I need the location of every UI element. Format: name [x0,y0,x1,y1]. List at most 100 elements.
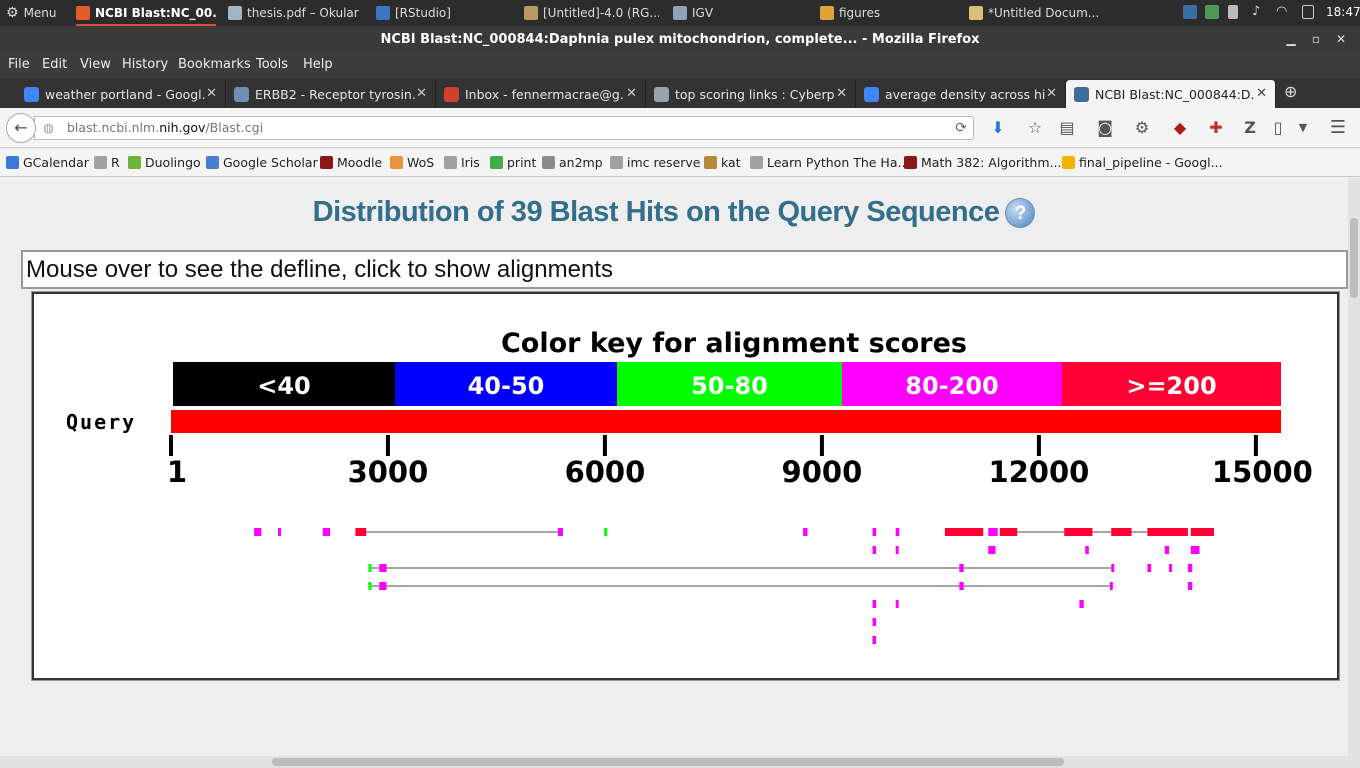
blast-hit[interactable] [557,528,563,536]
taskbar-item[interactable]: [RStudio] [376,0,496,26]
bookmark-item[interactable]: R [94,155,120,170]
browser-tab[interactable]: NCBI Blast:NC_000844:D... ✕ [1066,80,1276,108]
back-button[interactable]: ← [6,113,36,143]
browser-tab[interactable]: ERBB2 - Receptor tyrosin... ✕ [226,80,436,108]
blast-hit[interactable] [1190,546,1200,554]
bookmark-item[interactable]: Iris [444,155,480,170]
menu-tools[interactable]: Tools [256,57,288,72]
taskbar-item[interactable]: figures [820,0,940,26]
menu-bookmarks[interactable]: Bookmarks [178,57,251,72]
bookmark-item[interactable]: WoS [390,155,434,170]
zotero-icon[interactable]: Z [1240,118,1260,138]
settings-icon[interactable]: ⚙ [1132,118,1152,138]
blast-hit[interactable] [368,564,372,572]
blast-hit[interactable] [1164,546,1170,554]
bookmark-item[interactable]: print [490,155,536,170]
taskbar-item[interactable]: *Untitled Docum... [969,0,1119,26]
blast-hit[interactable] [959,582,964,590]
blast-hit[interactable] [1147,564,1152,572]
shield-icon[interactable] [1183,5,1197,19]
ublock-icon[interactable]: ◆ [1170,118,1190,138]
minimize-icon[interactable]: ▁ [1282,30,1300,48]
download-icon[interactable]: ⬇ [988,118,1008,138]
bookmark-item[interactable]: Google Scholar [206,155,318,170]
blast-hit[interactable] [1147,528,1188,536]
menu-view[interactable]: View [80,57,111,72]
menu-edit[interactable]: Edit [42,57,67,72]
taskbar-item[interactable]: NCBI Blast:NC_00... [76,0,216,26]
menu-history[interactable]: History [122,57,168,72]
blast-hit[interactable] [277,528,281,536]
bookmark-item[interactable]: Duolingo [128,155,201,170]
start-menu-button[interactable]: ⚙ Menu [6,0,66,26]
maximize-icon[interactable]: ▫ [1307,30,1325,48]
menu-help[interactable]: Help [303,57,333,72]
menu-file[interactable]: File [8,57,30,72]
horizontal-scrollbar[interactable] [0,756,1360,768]
bookmark-item[interactable]: final_pipeline - Googl... [1062,155,1223,170]
battery-icon[interactable] [1228,5,1238,19]
blast-hit[interactable] [1187,582,1193,590]
blast-hit[interactable] [872,528,877,536]
close-window-icon[interactable]: ✕ [1332,30,1350,48]
browser-tab[interactable]: average density across hi... ✕ [856,80,1066,108]
bookmark-item[interactable]: Moodle [320,155,382,170]
blast-hit[interactable] [322,528,331,536]
blast-hit[interactable] [1079,600,1084,608]
blast-hit[interactable] [895,546,899,554]
blast-hit[interactable] [368,582,372,590]
chevron-down-icon[interactable]: ▼ [1293,118,1313,138]
blast-hit[interactable] [379,564,387,572]
tab-close-icon[interactable]: ✕ [836,86,847,101]
vertical-scrollbar[interactable] [1348,178,1360,756]
plus-cross-icon[interactable]: ✚ [1206,118,1226,138]
bookmark-item[interactable]: kat [704,155,741,170]
page-icon[interactable]: ▯ [1268,118,1288,138]
tab-close-icon[interactable]: ✕ [416,86,427,101]
screen-icon[interactable] [1302,5,1314,19]
tab-close-icon[interactable]: ✕ [1046,86,1057,101]
blast-hit[interactable] [872,600,877,608]
horizontal-scroll-thumb[interactable] [272,758,1064,766]
bookmark-item[interactable]: imc reserve [610,155,700,170]
bookmark-item[interactable]: Math 382: Algorithm... [904,155,1061,170]
taskbar-item[interactable]: [Untitled]-4.0 (RG... [524,0,659,26]
blast-hit[interactable] [1109,582,1113,590]
browser-tab[interactable]: top scoring links : Cyberp... ✕ [646,80,856,108]
tab-close-icon[interactable]: ✕ [1256,86,1267,101]
blast-hit[interactable] [872,546,877,554]
blast-hit[interactable] [895,528,900,536]
browser-tab[interactable]: Inbox - fennermacrae@g... ✕ [436,80,646,108]
taskbar-item[interactable]: thesis.pdf – Okular [228,0,363,26]
bookmark-item[interactable]: an2mp [542,155,603,170]
url-bar[interactable]: ◍ blast.ncbi.nlm.nih.gov/Blast.cgi ⟳ [34,116,974,140]
vertical-scroll-thumb[interactable] [1350,218,1358,298]
blast-hit[interactable] [959,564,964,572]
blast-hit[interactable] [1064,528,1093,536]
blast-hit[interactable] [1187,564,1193,572]
blast-hit[interactable] [1111,528,1132,536]
bookmark-item[interactable]: GCalendar [6,155,89,170]
reading-list-icon[interactable]: ▤ [1057,118,1077,138]
reload-icon[interactable]: ⟳ [955,117,967,139]
clock[interactable]: 18:47 [1326,5,1360,19]
blast-hit[interactable] [1085,546,1089,554]
volume-icon[interactable]: ♪ [1252,5,1266,19]
tab-close-icon[interactable]: ✕ [626,86,637,101]
taskbar-item[interactable]: IGV [673,0,753,26]
tab-close-icon[interactable]: ✕ [206,86,217,101]
update-icon[interactable] [1205,5,1219,19]
blast-hit[interactable] [1169,564,1173,572]
blast-hit[interactable] [254,528,262,536]
browser-tab[interactable]: weather portland - Googl... ✕ [16,80,226,108]
help-icon[interactable]: ? [1005,198,1036,229]
blast-hit[interactable] [999,528,1018,536]
pocket-icon[interactable]: ◙ [1095,118,1115,138]
blast-hit[interactable] [872,636,877,644]
blast-hit[interactable] [944,528,984,536]
wifi-icon[interactable]: ◠ [1276,5,1290,19]
new-tab-icon[interactable]: ⊕ [1284,82,1297,101]
hamburger-menu-icon[interactable]: ☰ [1328,118,1348,138]
blast-hit[interactable] [1111,564,1115,572]
blast-hit[interactable] [988,528,998,536]
